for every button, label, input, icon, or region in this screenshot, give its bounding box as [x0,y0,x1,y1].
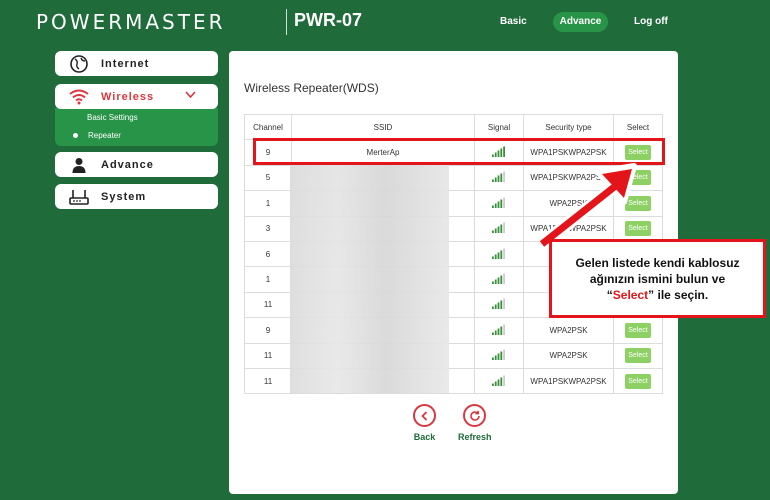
page-title: Wireless Repeater(WDS) [244,81,379,95]
submenu-repeater-label: Repeater [88,131,121,140]
callout-line: ağınızın ismini bulun ve [589,272,726,286]
security-cell: WPA2PSK [523,342,614,369]
user-icon [67,157,91,173]
sidebar-item-label: Advance [101,158,154,171]
security-cell: WPA1PSKWPA2PSK [523,367,614,395]
signal-cell [474,266,524,293]
active-dot-icon [73,133,78,139]
sidebar-item-label: Internet [101,57,150,70]
signal-strength-icon [492,273,506,286]
column-header: Select [613,113,663,141]
sidebar-item-internet[interactable]: Internet [55,51,218,76]
signal-cell [474,342,524,369]
signal-strength-icon [492,324,506,337]
redacted-ssids [290,163,449,393]
channel-cell: 9 [244,317,292,344]
select-button[interactable]: Select [625,373,651,389]
column-header: SSID [291,113,475,141]
refresh-button[interactable]: Refresh [458,404,492,442]
signal-strength-icon [492,248,506,261]
sidebar-item-label: System [101,190,147,203]
router-icon [67,189,91,205]
signal-cell [474,367,524,395]
signal-strength-icon [492,298,506,311]
column-header: Security type [523,113,614,141]
channel-cell: 5 [244,164,292,192]
back-button[interactable]: Back [413,404,436,442]
signal-cell [474,240,524,268]
security-cell: WPA2PSK [523,317,614,344]
signal-cell [474,215,524,242]
callout-suffix: ” ile seçin. [648,288,709,302]
signal-cell [474,291,524,319]
callout-line: “Select” ile seçin. [552,287,763,303]
signal-cell [474,317,524,344]
header-divider [286,9,287,35]
select-cell: Select [613,342,663,369]
submenu-basic-settings[interactable]: Basic Settings [87,113,138,122]
select-cell: Select [613,367,663,395]
channel-cell: 11 [244,367,292,395]
select-button[interactable]: Select [625,322,651,338]
chevron-down-icon [185,90,196,102]
nav-logoff-link[interactable]: Log off [634,12,668,32]
callout-highlight: Select [612,288,649,302]
refresh-label: Refresh [458,432,492,442]
signal-cell [474,164,524,192]
signal-cell [474,190,524,217]
callout-line: Gelen listede kendi kablosuz [575,256,740,270]
sidebar-item-advance[interactable]: Advance [55,152,218,177]
channel-cell: 1 [244,266,292,293]
signal-strength-icon [492,222,506,235]
refresh-icon [463,404,487,427]
select-cell: Select [613,317,663,344]
wifi-icon [67,89,91,105]
back-label: Back [413,432,436,442]
nav-advance-link[interactable]: Advance [553,12,608,32]
channel-cell: 1 [244,190,292,217]
channel-cell: 3 [244,215,292,242]
select-button[interactable]: Select [625,348,651,364]
channel-cell: 11 [244,291,292,319]
nav-basic-link[interactable]: Basic [500,12,527,32]
instruction-callout: Gelen listede kendi kablosuz ağınızın is… [549,239,766,318]
sidebar-item-system[interactable]: System [55,184,218,209]
channel-cell: 6 [244,240,292,268]
column-header: Channel [244,113,292,141]
channel-cell: 11 [244,342,292,369]
column-header: Signal [474,113,524,141]
model-name: PWR-07 [294,10,363,30]
sidebar-item-wireless[interactable]: Wireless [55,84,218,109]
wireless-submenu: Basic Settings Repeater [55,108,218,146]
back-arrow-icon [413,404,436,427]
brand-logo: POWERMASTER [36,10,226,34]
signal-strength-icon [492,197,506,210]
annotation-arrow-icon [537,163,637,250]
top-header: POWERMASTER PWR-07 Basic Advance Log off [0,0,770,44]
sidebar-item-label: Wireless [101,90,155,103]
signal-strength-icon [492,375,506,388]
globe-icon [67,54,91,73]
signal-strength-icon [492,171,506,184]
submenu-repeater[interactable]: Repeater [73,131,121,140]
table-header-row: Channel SSID Signal Security type Select [244,113,663,141]
signal-strength-icon [492,349,506,362]
